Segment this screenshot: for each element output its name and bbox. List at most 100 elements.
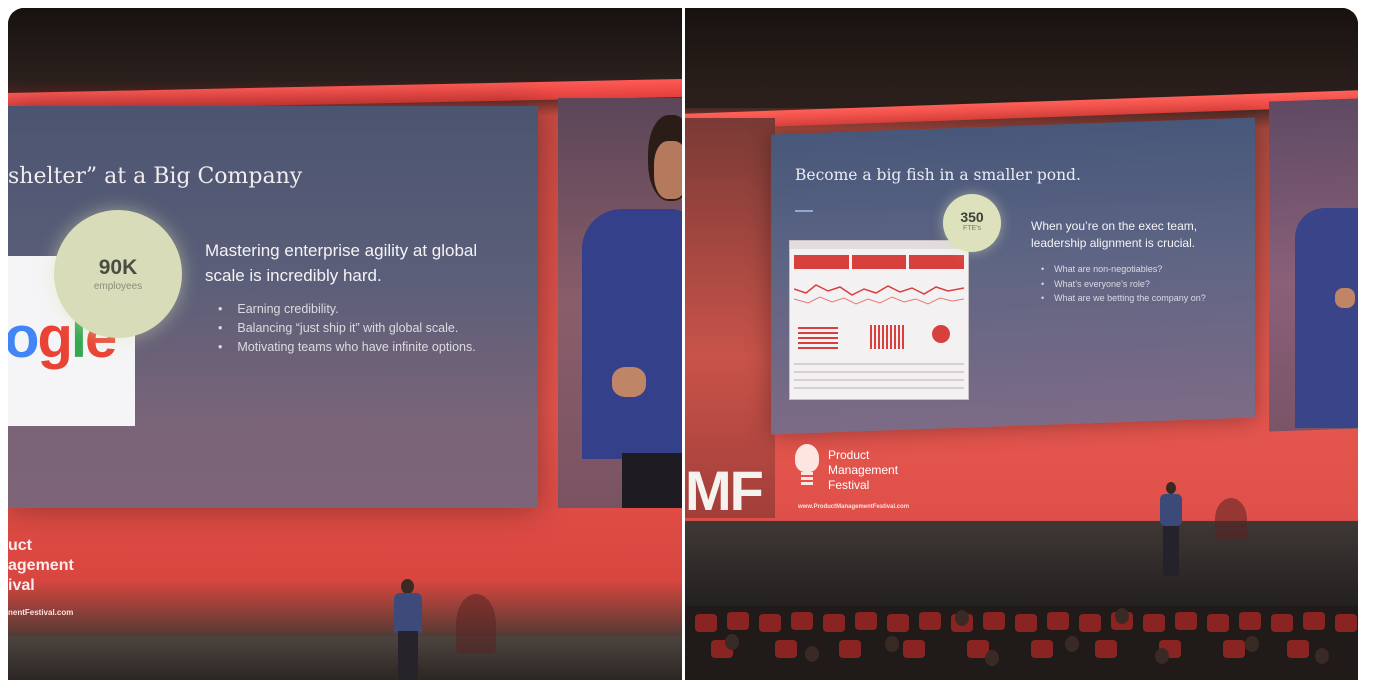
seat [887,614,909,632]
festival-url: nentFestival.com [8,608,74,617]
speaker-closeup [576,113,682,508]
seat [1095,640,1117,658]
table-row [794,363,964,365]
seat [983,612,1005,630]
banner-line: agement [8,557,74,574]
stat-number: 350 [960,209,984,225]
audience-head [1065,636,1079,652]
stat-circle: 90K employees [54,210,182,338]
seat [839,640,861,658]
festival-banner-text: Product Management Festival [828,448,898,493]
audience-head [805,646,819,662]
speaker-on-stage [388,571,428,680]
slide-title: shelter” at a Big Company [8,164,303,189]
seat [1239,612,1261,630]
bullet-item: Balancing “just ship it” with global sca… [218,319,476,338]
seat [1271,614,1293,632]
table-row [794,387,964,389]
bulb-base [801,472,813,486]
stage-floor [685,521,1358,607]
title-underline [795,210,813,212]
seat [1335,614,1357,632]
speaker-legs [1163,526,1179,576]
closeup-body [1295,208,1358,428]
bullet-item: Earning credibility. [218,300,476,319]
slide-bullets: Earning credibility. Balancing “just shi… [218,300,476,357]
seat [727,612,749,630]
dashboard-histogram [870,325,906,349]
audience-head [725,634,739,650]
closeup-hand [1335,288,1355,308]
bullet-item: What’s everyone’s role? [1041,277,1206,292]
banner-line: Festival [828,478,870,492]
audience-head [885,636,899,652]
seat [855,612,877,630]
dashboard-bar-chart [798,327,838,351]
lightbulb-icon [795,444,819,492]
seat [1175,612,1197,630]
speaker-closeup [1285,128,1358,428]
audience-head [1155,648,1169,664]
seat [775,640,797,658]
closeup-hand [612,367,646,397]
table-row [794,371,964,373]
bullet-item: Motivating teams who have infinite optio… [218,338,475,357]
speaker-head [1166,482,1176,494]
table-row [794,379,964,381]
dashboard-pie-chart [932,325,950,343]
seat [823,614,845,632]
dashboard-screenshot [789,240,969,400]
stat-number: 90K [98,256,138,279]
closeup-face [654,141,682,199]
seat [759,614,781,632]
left-photo[interactable]: shelter” at a Big Company ogle 90K emplo… [8,8,682,680]
audience-head [1115,608,1129,624]
seat [1015,614,1037,632]
right-photo[interactable]: Become a big fish in a smaller pond. 350 [685,8,1358,680]
audience-seating [685,606,1358,680]
bulb-glass [795,444,819,472]
speaker-shadow [1215,498,1247,540]
seat [791,612,813,630]
speaker-on-stage [1157,482,1185,576]
seat [919,612,941,630]
seat [1143,614,1165,632]
dashboard-header [790,241,968,249]
seat [1079,614,1101,632]
speaker-head [401,579,414,594]
kpi-tile [794,255,849,269]
banner-line: Product [828,448,870,462]
speaker-shadow [456,594,496,654]
speaker-body [394,593,422,633]
speaker-body [1160,494,1182,526]
seat [695,614,717,632]
banner-line: Management [828,463,899,477]
photo-gallery: shelter” at a Big Company ogle 90K emplo… [8,8,1358,680]
seat [1303,612,1325,630]
slide-heading: Mastering enterprise agility at global s… [205,241,478,285]
speaker-legs [398,631,418,680]
seat [1207,614,1229,632]
seat [1047,612,1069,630]
festival-banner-text: uct agement ival [8,536,74,596]
slide-bullets: What are non-negotiables? What’s everyon… [1041,262,1206,306]
stage-floor [8,636,682,680]
slide-heading: When you’re on the exec team, leadership… [1031,219,1198,250]
kpi-tile [909,255,965,269]
stat-label: employees [93,281,143,292]
projection-screen: shelter” at a Big Company ogle 90K emplo… [8,106,538,508]
dashboard-line-chart [794,284,964,305]
dashboard-kpis [794,255,965,269]
stat-label: FTE's [962,225,982,232]
closeup-legs [622,453,682,508]
closeup-body [582,209,682,459]
audience-head [985,650,999,666]
bullet-item: What are we betting the company on? [1041,291,1206,306]
seat [1223,640,1245,658]
slide-title: Become a big fish in a smaller pond. [795,166,1081,184]
banner-line: ival [8,577,35,594]
audience-head [1245,636,1259,652]
kpi-tile [851,255,907,269]
festival-url: www.ProductManagementFestival.com [798,504,910,510]
mf-letters-sign: MF [685,459,764,522]
